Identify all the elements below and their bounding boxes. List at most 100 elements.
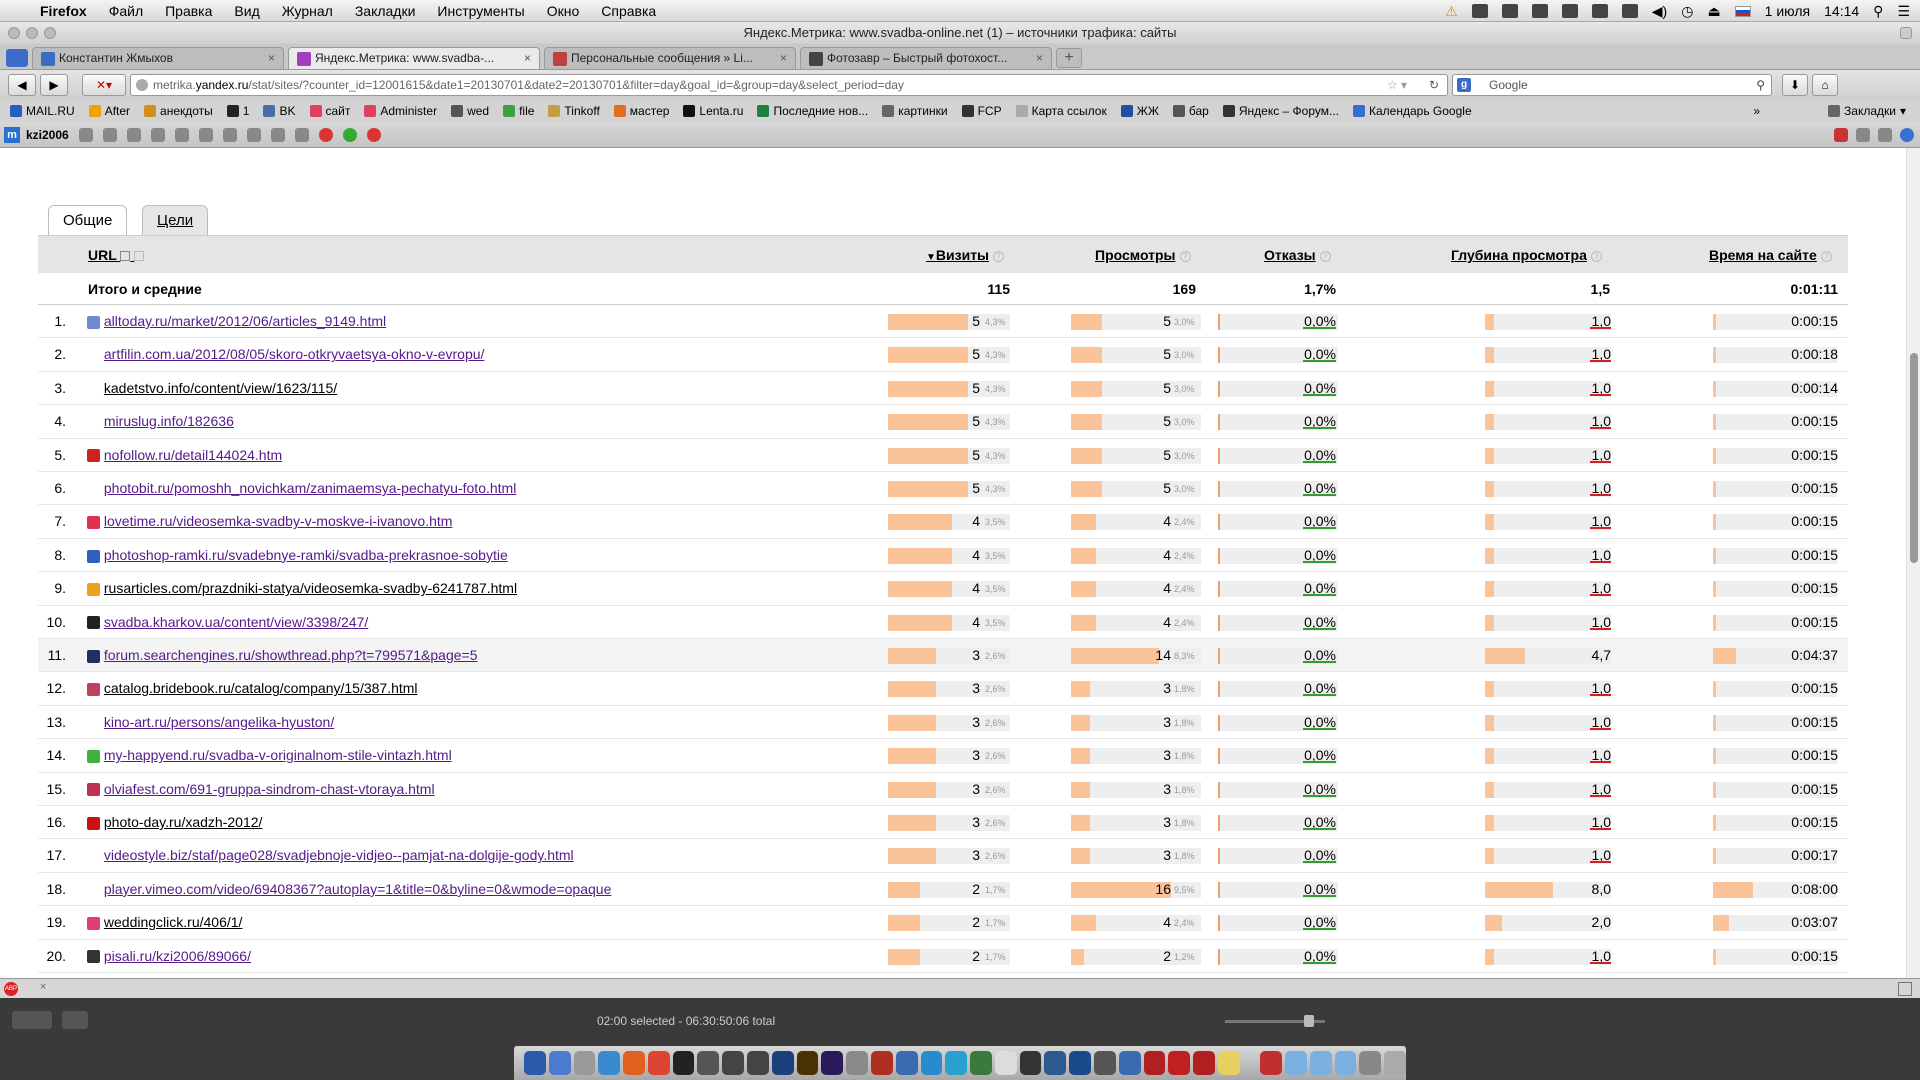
bookmark-item[interactable]: wed [451,104,489,118]
bookmark-item[interactable]: Последние нов... [757,104,868,118]
scrollbar-thumb[interactable] [1910,353,1918,563]
browser-tab[interactable]: Фотозавр – Быстрый фотохост... × [800,47,1052,69]
browser-tab[interactable]: Персональные сообщения » Li... × [544,47,796,69]
menu-file[interactable]: Файл [109,3,143,19]
addon-icon[interactable] [198,127,213,142]
monitor-icon[interactable] [1591,4,1608,18]
notification-icon[interactable]: ☰ [1897,3,1910,20]
home-button[interactable]: ⌂ [1812,74,1838,96]
addon-icon[interactable] [246,127,261,142]
search-input[interactable]: g Google ⚲ [1452,74,1772,96]
new-tab-button[interactable]: + [1056,48,1082,68]
bookmark-item[interactable]: Календарь Google [1353,104,1472,118]
app-icon[interactable] [1260,1051,1282,1075]
list-view-button[interactable] [62,1011,88,1029]
header-visits[interactable]: ▼Визиты? [926,247,1005,263]
addon-icon[interactable] [126,127,141,142]
volume-icon[interactable]: ◀) [1652,3,1667,20]
tab-close-icon[interactable]: × [1036,48,1043,69]
addon-right-icons[interactable] [1834,127,1914,142]
tab-close-icon[interactable]: × [524,48,531,69]
notification-badge-icon[interactable] [318,127,333,142]
app-icon[interactable] [697,1051,720,1075]
resize-grip-icon[interactable] [1898,982,1912,996]
addon-icon[interactable] [270,127,285,142]
notification-badge-icon[interactable] [366,127,381,142]
row-url-link[interactable]: olviafest.com/691-gruppa-sindrom-chast-v… [104,781,435,797]
headphones-icon[interactable] [672,1051,695,1075]
bookmarks-menu[interactable]: Закладки ▾ [1828,104,1906,118]
menu-help[interactable]: Справка [601,3,656,19]
vertical-scrollbar[interactable] [1906,148,1920,978]
spotlight-icon[interactable]: ⚲ [1873,3,1883,20]
eject-icon[interactable]: ⏏ [1707,3,1720,20]
status-app-icon-4[interactable] [1561,4,1578,18]
help-icon[interactable]: ? [1590,250,1602,262]
app-icon[interactable] [548,1051,571,1075]
folder-icon[interactable] [1309,1051,1332,1075]
help-icon[interactable] [1900,127,1914,142]
zoom-slider-handle[interactable] [1304,1015,1314,1027]
mail-icon[interactable] [78,127,93,142]
row-url-link[interactable]: kino-art.ru/persons/angelika-hyuston/ [104,714,334,730]
flag-icon[interactable] [1734,5,1751,17]
row-url-link[interactable]: svadba.kharkov.ua/content/view/3398/247/ [104,614,368,630]
app-icon[interactable] [1093,1051,1116,1075]
forward-button[interactable]: ▶ [40,74,68,96]
app-icon[interactable] [1168,1051,1191,1075]
bookmark-item[interactable]: Lenta.ru [683,104,743,118]
downloads-button[interactable]: ⬇ [1782,74,1808,96]
app-icon[interactable] [1359,1051,1382,1075]
header-time[interactable]: Время на сайте? [1709,247,1832,263]
app-icon[interactable] [747,1051,769,1075]
zoom-window-button[interactable] [44,27,56,39]
firefox-icon[interactable] [623,1051,645,1075]
help-icon[interactable]: ? [1319,250,1331,262]
folder-icon[interactable] [1334,1051,1357,1075]
app-icon[interactable] [1044,1051,1067,1075]
row-url-link[interactable]: lovetime.ru/videosemka-svadby-v-moskve-i… [104,513,453,529]
browser-tab-active[interactable]: Яндекс.Метрика: www.svadba-... × [288,47,540,69]
safari-icon[interactable] [598,1051,621,1075]
app-menu[interactable]: Firefox [40,3,87,19]
app-icon[interactable] [1217,1051,1240,1075]
status-app-icon-2[interactable] [1501,4,1518,18]
notification-badge-icon[interactable] [342,127,357,142]
bookmark-item[interactable]: сайт [309,104,350,118]
bookmark-item[interactable]: анекдоты [144,104,213,118]
chat-icon[interactable] [1856,127,1870,142]
status-app-icon-3[interactable] [1531,4,1548,18]
back-button[interactable]: ◀ [8,74,36,96]
app-icon[interactable] [895,1051,918,1075]
row-url-link[interactable]: alltoday.ru/market/2012/06/articles_9149… [104,313,386,329]
site-identity-icon[interactable] [136,79,148,91]
chrome-icon[interactable] [647,1051,670,1075]
metrika-icon[interactable]: m [4,126,20,143]
bookmark-item[interactable]: бар [1172,104,1209,118]
filezilla-icon[interactable] [1193,1051,1215,1075]
app-icon[interactable] [573,1051,596,1075]
time-machine-icon[interactable]: ◷ [1681,3,1693,20]
bookmark-item[interactable]: Яндекс – Форум... [1222,104,1339,118]
menubar-date[interactable]: 1 июля [1765,3,1810,19]
skype-icon[interactable] [920,1051,943,1075]
bookmark-item[interactable]: 1 [226,104,249,118]
bookmark-item[interactable]: MAIL.RU [10,104,75,118]
row-url-link[interactable]: photoshop-ramki.ru/svadebnye-ramki/svadb… [104,547,508,563]
addon-user[interactable]: kzi2006 [26,128,69,142]
toolbar-toggle-button[interactable] [1900,27,1912,39]
row-url-link[interactable]: miruslug.info/182636 [104,413,234,429]
addon-icon[interactable] [1878,127,1892,142]
bookmark-item[interactable]: FCP [961,104,1002,118]
finder-icon[interactable] [524,1051,546,1075]
photoshop-icon[interactable] [771,1051,794,1075]
menu-view[interactable]: Вид [234,3,259,19]
row-url-link[interactable]: artfilin.com.ua/2012/08/05/skoro-otkryva… [104,346,485,362]
illustrator-icon[interactable] [796,1051,819,1075]
yandex-icon[interactable] [150,127,165,142]
tab-goals[interactable]: Цели [142,205,209,235]
adblock-icon[interactable]: ABP [4,982,18,996]
view-mode-button[interactable] [12,1011,52,1029]
app-icon[interactable] [722,1051,745,1075]
after-effects-icon[interactable] [821,1051,844,1075]
